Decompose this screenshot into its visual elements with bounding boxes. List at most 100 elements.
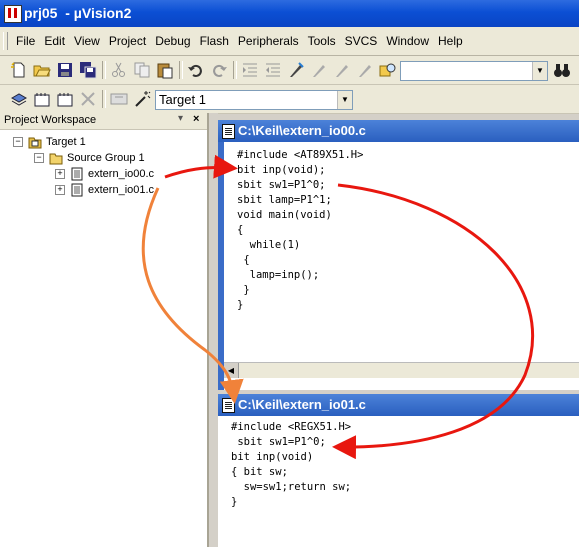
build-target-button[interactable] <box>33 90 51 108</box>
build-icon <box>34 93 50 107</box>
close-icon[interactable]: × <box>193 113 199 125</box>
collapse-icon[interactable]: − <box>34 153 44 163</box>
copy-icon <box>134 62 150 78</box>
toolbar-separator <box>102 61 106 79</box>
tree-file-extern-io01[interactable]: + extern_io01.c <box>55 183 154 197</box>
new-file-button[interactable] <box>10 61 28 79</box>
menu-peripherals[interactable]: Peripherals <box>234 34 303 48</box>
toolbar-separator <box>102 90 106 108</box>
code-line: } <box>237 299 244 311</box>
copy-button[interactable] <box>133 61 151 79</box>
menu-svcs[interactable]: SVCS <box>341 34 382 48</box>
editor-window-extern-io00: C:\Keil\extern_io00.c #include <AT89X51.… <box>218 120 579 390</box>
project-workspace-panel: Project Workspace ▾ × − Target 1 − Sourc… <box>0 113 209 547</box>
undo-icon <box>188 64 202 77</box>
prev-bookmark-button[interactable] <box>310 61 328 79</box>
find-combo[interactable]: ▼ <box>400 61 548 81</box>
chevron-down-icon[interactable]: ▼ <box>532 62 547 80</box>
expand-icon[interactable]: + <box>55 185 65 195</box>
find-in-files-icon <box>379 63 396 77</box>
code-line: void main(void) <box>237 209 332 221</box>
target-select[interactable]: Target 1 ▼ <box>155 90 353 110</box>
indent-icon <box>243 63 257 77</box>
clear-bookmarks-button[interactable] <box>356 61 374 79</box>
code-line: #include <AT89X51.H> <box>237 149 364 161</box>
collapse-icon[interactable]: − <box>13 137 23 147</box>
tree-source-group[interactable]: − Source Group 1 <box>34 151 145 165</box>
paste-button[interactable] <box>156 61 174 79</box>
menu-edit[interactable]: Edit <box>40 34 69 48</box>
rebuild-all-button[interactable] <box>56 90 74 108</box>
toolbar-separator <box>179 61 183 79</box>
build-toolbar: Target 1 ▼ <box>0 85 579 114</box>
code-line: lamp=inp(); <box>237 269 320 281</box>
indent-button[interactable] <box>241 61 259 79</box>
panel-splitter[interactable] <box>209 113 218 547</box>
editor-title: C:\Keil\extern_io01.c <box>238 397 366 412</box>
outdent-icon <box>266 63 280 77</box>
undo-button[interactable] <box>187 61 205 79</box>
open-folder-icon <box>33 65 51 77</box>
workspace-title: Project Workspace <box>4 114 97 126</box>
tree-target[interactable]: − Target 1 <box>13 135 86 149</box>
tree-target-label: Target 1 <box>46 136 86 148</box>
code-line: { <box>237 224 244 236</box>
chevron-down-icon[interactable]: ▼ <box>337 91 352 109</box>
find-in-files-button[interactable] <box>379 61 397 79</box>
pin-icon[interactable]: ▾ <box>178 113 183 124</box>
menu-tools[interactable]: Tools <box>304 34 340 48</box>
tree-file-label: extern_io00.c <box>88 168 155 180</box>
document-icon <box>222 124 235 139</box>
code-line: { bit sw; <box>231 466 288 478</box>
open-file-button[interactable] <box>33 61 51 79</box>
expand-icon[interactable]: + <box>55 169 65 179</box>
menu-help[interactable]: Help <box>434 34 467 48</box>
outdent-button[interactable] <box>264 61 282 79</box>
redo-icon <box>213 64 227 77</box>
code-line: sw=sw1;return sw; <box>231 481 352 493</box>
clear-bookmarks-icon <box>359 65 371 77</box>
code-area[interactable]: #include <REGX51.H> sbit sw1=P1^0; bit i… <box>231 420 351 510</box>
redo-button[interactable] <box>210 61 228 79</box>
cut-button[interactable] <box>110 61 128 79</box>
load-icon <box>110 93 128 105</box>
next-bookmark-button[interactable] <box>333 61 351 79</box>
code-line: } <box>231 496 238 508</box>
download-button[interactable] <box>110 90 128 108</box>
code-line: while(1) <box>237 239 301 251</box>
scroll-left-icon[interactable]: ◀ <box>224 363 239 378</box>
stop-build-button[interactable] <box>79 90 97 108</box>
new-file-icon <box>11 62 25 78</box>
save-button[interactable] <box>56 61 74 79</box>
bookmark-button[interactable] <box>287 61 305 79</box>
uvision-app-icon <box>4 5 22 23</box>
find-button[interactable] <box>553 61 571 79</box>
translate-button[interactable] <box>10 90 28 108</box>
menu-view[interactable]: View <box>70 34 104 48</box>
save-icon <box>58 63 72 77</box>
folder-icon <box>49 153 63 165</box>
document-icon <box>222 398 235 413</box>
menu-file[interactable]: File <box>12 34 39 48</box>
menu-flash[interactable]: Flash <box>196 34 233 48</box>
rebuild-icon <box>57 93 73 107</box>
tree-file-extern-io00[interactable]: + extern_io00.c <box>55 167 154 181</box>
menu-debug[interactable]: Debug <box>151 34 194 48</box>
workspace-header: Project Workspace ▾ × <box>0 113 207 130</box>
editor-border <box>218 142 224 390</box>
code-line: sbit sw1=P1^0; <box>237 179 326 191</box>
horizontal-scrollbar[interactable]: ◀ <box>224 362 579 378</box>
file-toolbar: ▼ <box>0 56 579 85</box>
options-button[interactable] <box>133 90 151 108</box>
code-area[interactable]: #include <AT89X51.H> bit inp(void); sbit… <box>237 148 363 313</box>
editor-title-bar: C:\Keil\extern_io01.c <box>218 394 579 416</box>
menu-project[interactable]: Project <box>105 34 150 48</box>
cut-icon <box>112 62 125 77</box>
save-all-icon <box>80 62 97 79</box>
editor-window-extern-io01: C:\Keil\extern_io01.c #include <REGX51.H… <box>218 394 579 547</box>
menu-window[interactable]: Window <box>382 34 433 48</box>
editor-title-bar: C:\Keil\extern_io00.c <box>218 120 579 142</box>
save-all-button[interactable] <box>79 61 97 79</box>
code-line: bit inp(void); <box>237 164 326 176</box>
next-bookmark-icon <box>336 65 348 77</box>
